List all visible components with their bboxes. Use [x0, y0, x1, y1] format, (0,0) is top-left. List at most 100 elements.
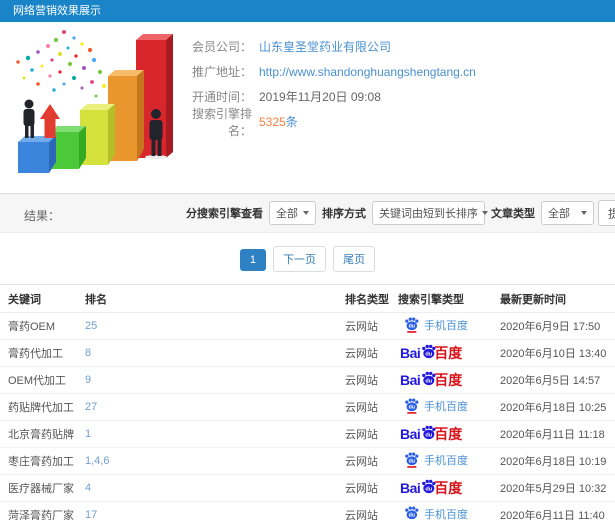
engine-type-cell: du 手机百度 Bai du 百度 — [390, 393, 492, 421]
mobile-baidu-label: 手机百度 — [424, 319, 468, 332]
keyword-cell: 膏药OEM — [0, 312, 77, 340]
svg-text:du: du — [409, 405, 415, 411]
businessman-left — [23, 99, 35, 138]
bar-blue — [18, 136, 56, 173]
rank-count-number: 5325 — [259, 115, 286, 129]
keyword-cell: 膏药代加工 — [0, 339, 77, 367]
keyword-cell: 医疗器械厂家 — [0, 474, 77, 502]
mobile-baidu-badge: du 手机百度 — [404, 451, 468, 468]
col-header-engine-type: 搜索引擎类型 — [390, 284, 492, 313]
updated-cell: 2020年6月18日 10:25 — [492, 393, 615, 421]
company-link[interactable]: 山东皇圣堂药业有限公司 — [259, 38, 391, 55]
rank-count-label: 搜索引擎排名： — [191, 106, 252, 138]
chevron-down-icon — [482, 211, 488, 215]
info-row-company: 会员公司： 山东皇圣堂药业有限公司 — [172, 34, 476, 59]
table-row: 枣庄膏药加工 1,4,6 云网站 du 手机百度 Bai — [0, 447, 615, 475]
table-row: 北京膏药贴牌 1 云网站 du 百度 Bai — [0, 420, 615, 448]
growth-bar-chart-illustration — [16, 30, 173, 173]
info-row-rank-count: 搜索引擎排名： 5325条 — [172, 107, 476, 138]
baidu-logo-bai: Bai — [400, 345, 421, 361]
promotion-url-link[interactable]: http://www.shandonghuangshengtang.cn — [259, 65, 476, 79]
baidu-logo: Bai du 百度 — [400, 370, 462, 390]
col-header-rank-type: 排名类型 — [337, 284, 390, 313]
baidu-logo-bai: Bai — [400, 372, 421, 388]
table-row: 药贴牌代加工 27 云网站 du 手机百度 Bai — [0, 393, 615, 421]
rank-type-cell: 云网站 — [337, 312, 390, 340]
updated-cell: 2020年6月11日 11:18 — [492, 420, 615, 448]
keyword-cell: 枣庄膏药加工 — [0, 447, 77, 475]
rank-link[interactable]: 1 — [77, 420, 337, 448]
baidu-logo: Bai du 百度 — [400, 424, 462, 444]
rank-link[interactable]: 9 — [77, 366, 337, 394]
rank-type-cell: 云网站 — [337, 501, 390, 520]
updated-cell: 2020年6月5日 14:57 — [492, 366, 615, 394]
url-label: 推广地址： — [191, 65, 252, 79]
keyword-cell: 药贴牌代加工 — [0, 393, 77, 421]
baidu-logo-hanzi: 百度 — [434, 426, 463, 442]
mobile-baidu-badge: du 手机百度 — [404, 316, 468, 333]
keyword-cell: 北京膏药贴牌 — [0, 420, 77, 448]
col-header-keyword: 关键词 — [0, 284, 77, 313]
engine-type-cell: du 百度 Bai du 百度 — [390, 366, 492, 394]
col-header-rank: 排名 — [77, 284, 337, 313]
chevron-down-icon — [303, 211, 309, 215]
confetti-dots — [16, 30, 122, 102]
page-button-last[interactable]: 尾页 — [333, 246, 376, 272]
svg-text:du: du — [426, 432, 433, 438]
svg-text:du: du — [426, 378, 433, 384]
rank-type-cell: 云网站 — [337, 474, 390, 502]
baidu-paw-icon: du — [405, 317, 419, 333]
rank-link[interactable]: 27 — [77, 393, 337, 421]
rank-type-cell: 云网站 — [337, 447, 390, 475]
filter-controls: 分搜索引擎查看 全部 排序方式 关键词由短到长排序 文章类型 全部 提交 — [184, 194, 615, 232]
table-row: OEM代加工 9 云网站 du 百度 Bai — [0, 366, 615, 394]
engine-type-cell: du 百度 Bai du 百度 — [390, 420, 492, 448]
updated-cell: 2020年6月9日 17:50 — [492, 312, 615, 340]
svg-text:du: du — [426, 351, 433, 357]
svg-text:du: du — [409, 324, 415, 330]
article-filter-select[interactable]: 全部 — [541, 201, 594, 225]
chevron-down-icon — [581, 211, 587, 215]
baidu-paw-icon: du — [405, 398, 419, 414]
table-row: 医疗器械厂家 4 云网站 du 百度 Bai — [0, 474, 615, 502]
rank-count-unit: 条 — [285, 115, 298, 129]
sort-filter-select[interactable]: 关键词由短到长排序 — [372, 201, 488, 225]
baidu-paw-icon: du — [405, 452, 419, 468]
member-info-list: 会员公司： 山东皇圣堂药业有限公司 推广地址： http://www.shand… — [172, 34, 476, 138]
company-label: 会员公司： — [191, 40, 252, 54]
updated-cell: 2020年6月18日 10:19 — [492, 447, 615, 475]
result-label: 结果： — [24, 209, 61, 223]
keyword-cell: 菏泽膏药厂家 — [0, 501, 77, 520]
filter-bar: 结果： 分搜索引擎查看 全部 排序方式 关键词由短到长排序 文章类型 全部 提交 — [0, 193, 615, 233]
baidu-logo-bai: Bai — [400, 480, 421, 496]
engine-type-cell: du 百度 Bai du 百度 — [390, 474, 492, 502]
engine-type-cell: du 百度 Bai du 百度 — [390, 339, 492, 367]
keyword-cell: OEM代加工 — [0, 366, 77, 394]
rank-link[interactable]: 4 — [77, 474, 337, 502]
updated-cell: 2020年5月29日 10:32 — [492, 474, 615, 502]
rank-type-cell: 云网站 — [337, 420, 390, 448]
baidu-logo: Bai du 百度 — [400, 478, 462, 498]
engine-type-cell: du 手机百度 Bai du 百度 — [390, 501, 492, 520]
baidu-logo-hanzi: 百度 — [434, 372, 463, 388]
engine-filter-label: 分搜索引擎查看 — [186, 208, 263, 220]
rank-link[interactable]: 25 — [77, 312, 337, 340]
rank-link[interactable]: 8 — [77, 339, 337, 367]
submit-button[interactable]: 提交 — [598, 200, 615, 226]
rank-type-cell: 云网站 — [337, 339, 390, 367]
open-time-label: 开通时间： — [191, 90, 252, 104]
table-header-row: 关键词 排名 排名类型 搜索引擎类型 最新更新时间 — [0, 284, 615, 313]
engine-type-cell: du 手机百度 Bai du 百度 — [390, 312, 492, 340]
rank-link[interactable]: 1,4,6 — [77, 447, 337, 475]
rank-link[interactable]: 17 — [77, 501, 337, 520]
engine-filter-select[interactable]: 全部 — [269, 201, 316, 225]
page-button-next[interactable]: 下一页 — [273, 246, 327, 272]
baidu-logo-hanzi: 百度 — [434, 480, 463, 496]
svg-text:du: du — [426, 486, 433, 492]
mobile-baidu-label: 手机百度 — [424, 454, 468, 467]
page-button-current[interactable]: 1 — [239, 249, 266, 271]
mobile-baidu-badge: du 手机百度 — [404, 397, 468, 414]
rank-type-cell: 云网站 — [337, 366, 390, 394]
table-row: 膏药OEM 25 云网站 du 手机百度 Bai — [0, 312, 615, 340]
table-row: 菏泽膏药厂家 17 云网站 du 手机百度 Bai — [0, 501, 615, 520]
